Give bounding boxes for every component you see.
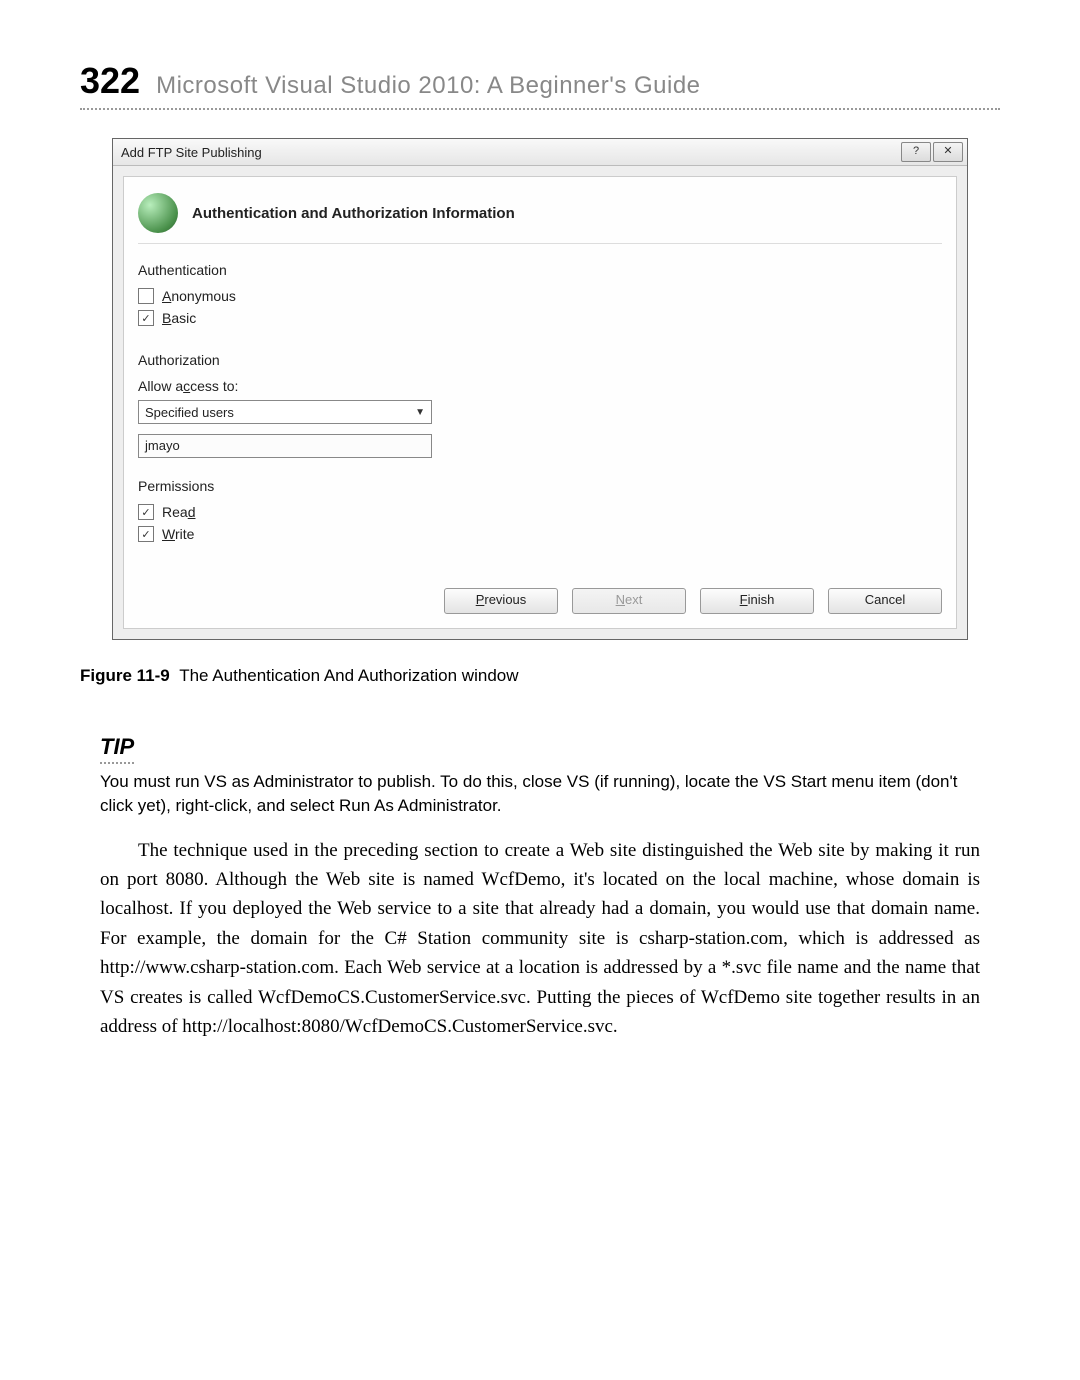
body-paragraph: The technique used in the preceding sect…: [100, 836, 980, 1042]
basic-label: Basic: [162, 310, 196, 326]
chevron-down-icon: ▼: [415, 407, 425, 418]
allow-access-label: Allow access to:: [138, 378, 942, 394]
authentication-section-label: Authentication: [138, 262, 942, 278]
page-header: 322 Microsoft Visual Studio 2010: A Begi…: [80, 60, 1000, 110]
read-checkbox[interactable]: ✓: [138, 504, 154, 520]
dialog-heading: Authentication and Authorization Informa…: [192, 205, 515, 222]
titlebar: Add FTP Site Publishing ? ✕: [113, 139, 967, 166]
figure-caption: Figure 11-9 The Authentication And Autho…: [80, 666, 1000, 686]
users-input[interactable]: jmayo: [138, 434, 432, 458]
help-button[interactable]: ?: [901, 142, 931, 162]
basic-checkbox[interactable]: ✓: [138, 310, 154, 326]
anonymous-label: Anonymous: [162, 288, 236, 304]
anonymous-option[interactable]: Anonymous: [138, 288, 942, 304]
tip-heading: TIP: [100, 734, 134, 764]
read-option[interactable]: ✓ Read: [138, 504, 942, 520]
anonymous-checkbox[interactable]: [138, 288, 154, 304]
select-value: Specified users: [145, 405, 234, 420]
page-number: 322: [80, 60, 140, 102]
dialog-window: Add FTP Site Publishing ? ✕ Authenticati…: [112, 138, 968, 640]
next-button: Next: [572, 588, 686, 614]
figure-number: Figure 11-9: [80, 666, 170, 685]
write-label: Write: [162, 526, 194, 542]
tip-text: You must run VS as Administrator to publ…: [100, 770, 980, 818]
permissions-section-label: Permissions: [138, 478, 942, 494]
titlebar-title: Add FTP Site Publishing: [121, 145, 262, 160]
write-option[interactable]: ✓ Write: [138, 526, 942, 542]
basic-option[interactable]: ✓ Basic: [138, 310, 942, 326]
authorization-section-label: Authorization: [138, 352, 942, 368]
write-checkbox[interactable]: ✓: [138, 526, 154, 542]
read-label: Read: [162, 504, 195, 520]
page-title: Microsoft Visual Studio 2010: A Beginner…: [156, 72, 700, 100]
cancel-button[interactable]: Cancel: [828, 588, 942, 614]
finish-button[interactable]: Finish: [700, 588, 814, 614]
allow-access-select[interactable]: Specified users ▼: [138, 400, 432, 424]
previous-button[interactable]: Previous: [444, 588, 558, 614]
close-button[interactable]: ✕: [933, 142, 963, 162]
ftp-globe-icon: [138, 193, 178, 233]
figure-text: The Authentication And Authorization win…: [179, 666, 518, 685]
